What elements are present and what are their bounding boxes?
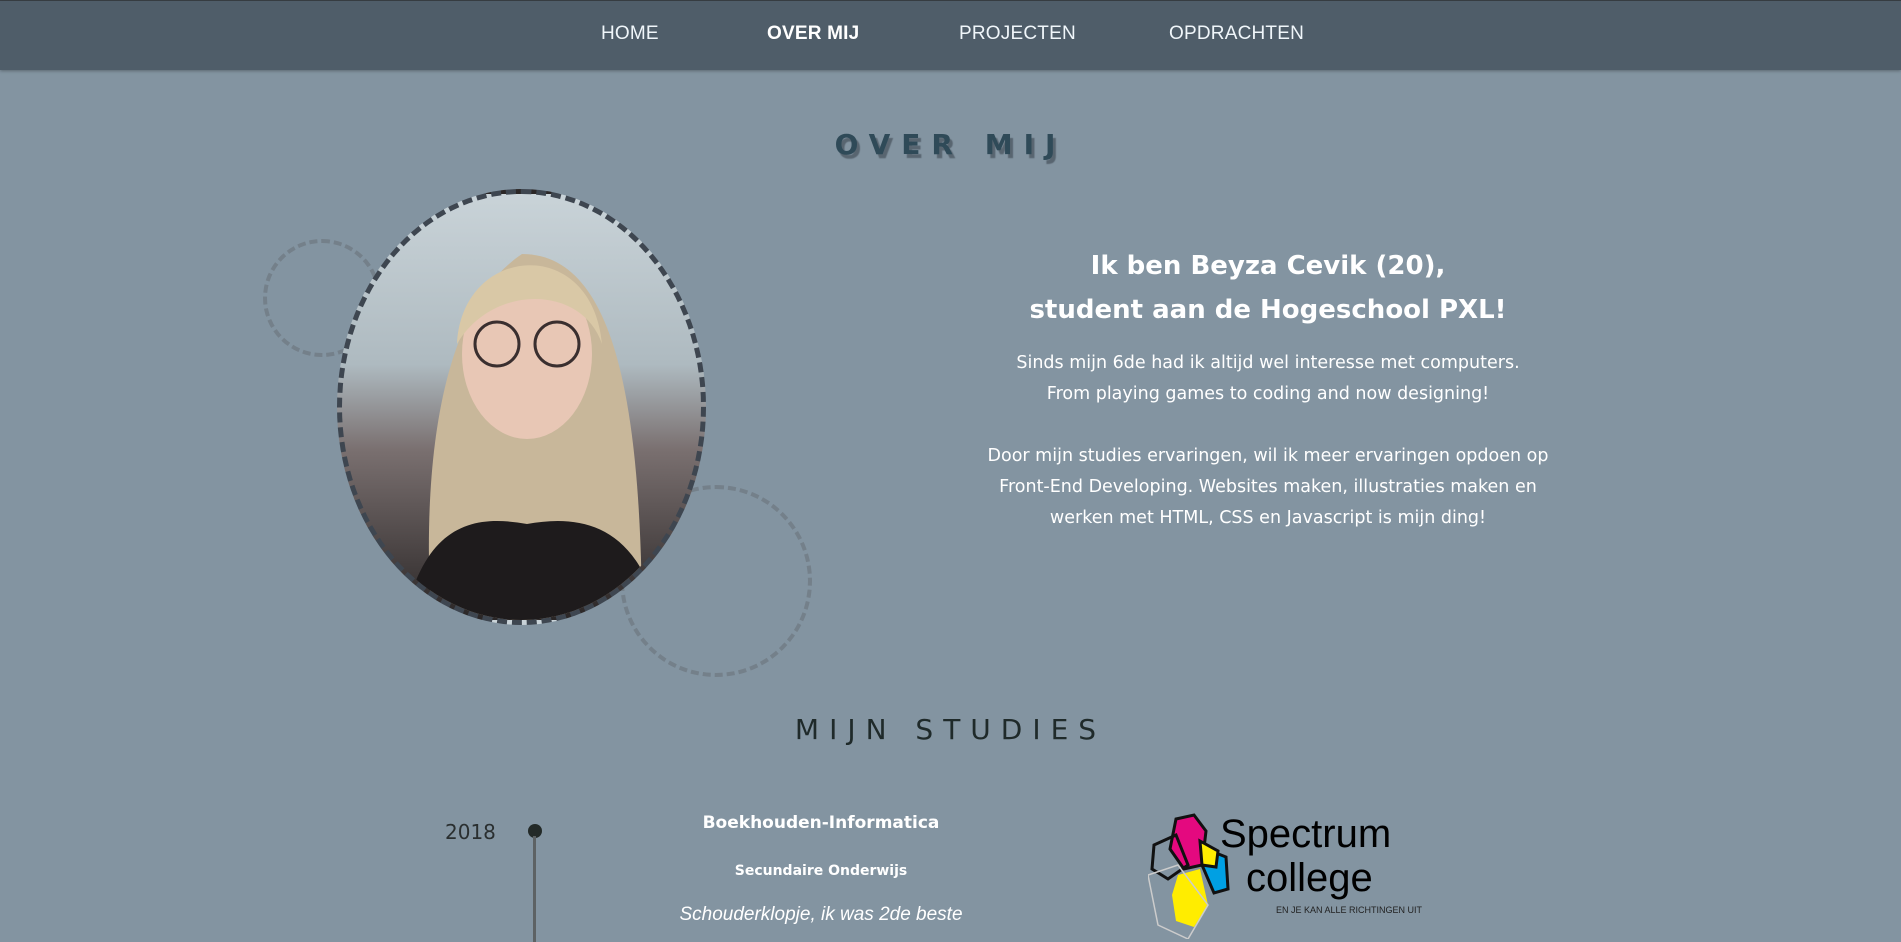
nav-over-mij[interactable]: OVER MIJ	[767, 23, 859, 45]
intro-paragraph-line: werken met HTML, CSS en Javascript is mi…	[1049, 508, 1487, 528]
study-name: Boekhouden-Informatica	[702, 813, 940, 833]
nav-opdrachten[interactable]: OPDRACHTEN	[1169, 23, 1304, 45]
intro-paragraph-line: Front-End Developing. Websites maken, il…	[999, 477, 1537, 497]
intro-heading-line1: Ik ben Beyza Cevik (20),	[1090, 251, 1446, 281]
profile-photo	[337, 189, 706, 625]
top-navigation: HOME OVER MIJ PROJECTEN OPDRACHTEN	[0, 1, 1901, 70]
portrait-illustration	[404, 254, 660, 620]
intro-text: Ik ben Beyza Cevik (20), student aan de H…	[960, 244, 1576, 534]
intro-paragraph-line: Sinds mijn 6de had ik altijd wel interes…	[1016, 353, 1520, 373]
svg-text:EN JE KAN ALLE RICHTINGEN UIT: EN JE KAN ALLE RICHTINGEN UIT	[1276, 905, 1423, 915]
study-level: Secundaire Onderwijs	[734, 863, 908, 879]
about-title: OVER MIJ	[834, 128, 1067, 161]
spectrum-college-logo: Spectrum college EN JE KAN ALLE RICHTING…	[1147, 805, 1448, 940]
studies-title: MIJN STUDIES	[794, 713, 1107, 746]
intro-heading-line2: student aan de Hogeschool PXL!	[1029, 295, 1507, 325]
timeline-year: 2018	[445, 820, 496, 844]
nav-projecten[interactable]: PROJECTEN	[959, 23, 1076, 45]
intro-paragraph-line: Door mijn studies ervaringen, wil ik mee…	[987, 446, 1549, 466]
study-comment: Schouderklopje, ik was 2de beste	[679, 904, 963, 925]
svg-text:Spectrum: Spectrum	[1220, 812, 1391, 856]
intro-paragraph-line: From playing games to coding and now des…	[1046, 384, 1490, 404]
nav-home[interactable]: HOME	[601, 23, 659, 45]
timeline-line	[533, 836, 536, 942]
svg-text:college: college	[1246, 856, 1373, 900]
